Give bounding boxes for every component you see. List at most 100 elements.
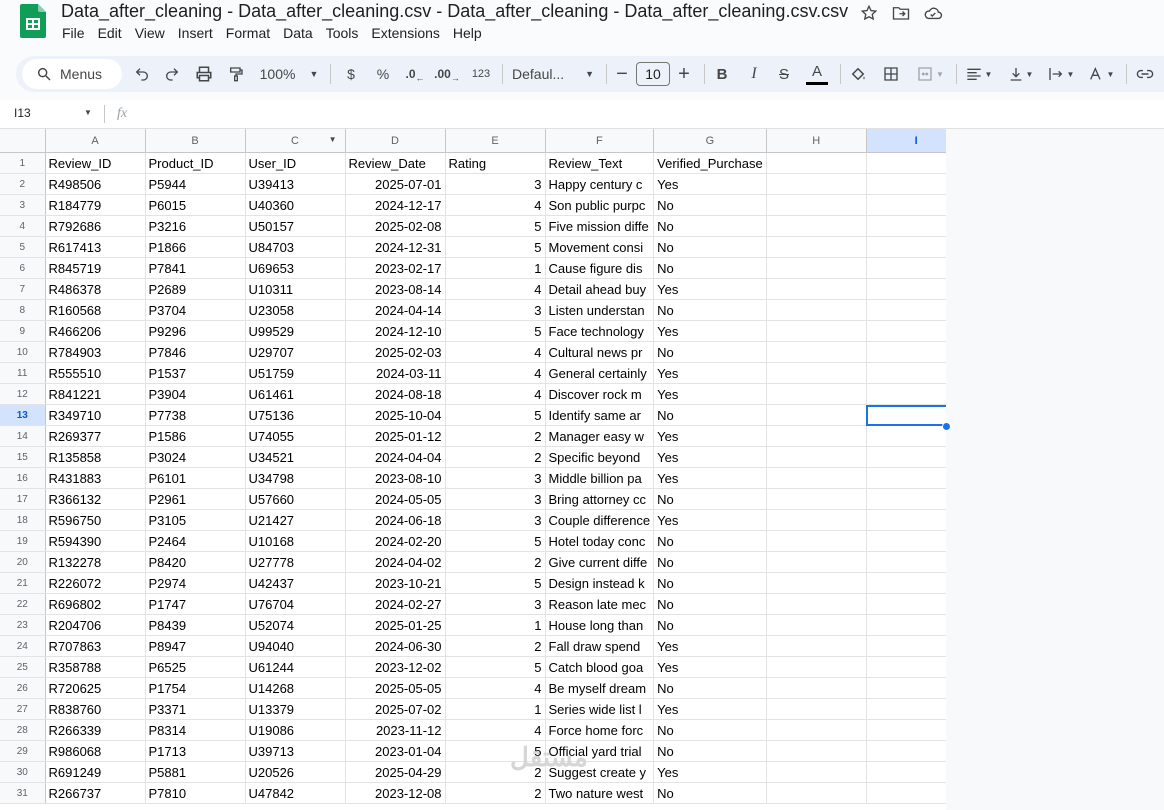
cell-c16[interactable]: U34798 bbox=[245, 467, 346, 489]
cell-f17[interactable]: Bring attorney cc bbox=[545, 488, 655, 510]
menu-edit[interactable]: Edit bbox=[98, 25, 131, 41]
column-header-b[interactable]: B bbox=[145, 129, 246, 153]
cell-a20[interactable]: R132278 bbox=[45, 551, 146, 573]
cell-b23[interactable]: P8439 bbox=[145, 614, 246, 636]
column-header-a[interactable]: A bbox=[45, 129, 146, 153]
cell-f1[interactable]: Review_Text bbox=[545, 152, 655, 174]
cell-c15[interactable]: U34521 bbox=[245, 446, 346, 468]
cell-e17[interactable]: 3 bbox=[445, 488, 546, 510]
cell-a28[interactable]: R266339 bbox=[45, 719, 146, 741]
cell-e19[interactable]: 5 bbox=[445, 530, 546, 552]
cell-g19[interactable]: No bbox=[653, 530, 767, 552]
cell-c25[interactable]: U61244 bbox=[245, 656, 346, 678]
cell-a4[interactable]: R792686 bbox=[45, 215, 146, 237]
cell-b19[interactable]: P2464 bbox=[145, 530, 246, 552]
cell-a22[interactable]: R696802 bbox=[45, 593, 146, 615]
document-title[interactable]: Data_after_cleaning - Data_after_cleanin… bbox=[61, 1, 848, 22]
row-header[interactable]: 30 bbox=[0, 761, 46, 783]
redo-button[interactable] bbox=[160, 56, 184, 92]
cell-b2[interactable]: P5944 bbox=[145, 173, 246, 195]
insert-link-button[interactable] bbox=[1134, 56, 1156, 92]
cell-b16[interactable]: P6101 bbox=[145, 467, 246, 489]
cell-a21[interactable]: R226072 bbox=[45, 572, 146, 594]
cell-d15[interactable]: 2024-04-04 bbox=[345, 446, 446, 468]
cell-h14[interactable] bbox=[766, 425, 867, 447]
cell-c17[interactable]: U57660 bbox=[245, 488, 346, 510]
row-header[interactable]: 26 bbox=[0, 677, 46, 699]
cell-h2[interactable] bbox=[766, 173, 867, 195]
cell-f3[interactable]: Son public purpc bbox=[545, 194, 655, 216]
cell-f12[interactable]: Discover rock m bbox=[545, 383, 655, 405]
cell-b11[interactable]: P1537 bbox=[145, 362, 246, 384]
decrease-font-size-button[interactable]: − bbox=[614, 56, 630, 92]
menu-extensions[interactable]: Extensions bbox=[371, 25, 448, 41]
cell-g13[interactable]: No bbox=[653, 404, 767, 426]
menu-view[interactable]: View bbox=[135, 25, 174, 41]
row-header[interactable]: 6 bbox=[0, 257, 46, 279]
cell-f10[interactable]: Cultural news pr bbox=[545, 341, 655, 363]
cell-a14[interactable]: R269377 bbox=[45, 425, 146, 447]
chevron-down-icon[interactable]: ▼ bbox=[84, 108, 92, 117]
cell-d5[interactable]: 2024-12-31 bbox=[345, 236, 446, 258]
row-header[interactable]: 15 bbox=[0, 446, 46, 468]
cell-a26[interactable]: R720625 bbox=[45, 677, 146, 699]
cell-a7[interactable]: R486378 bbox=[45, 278, 146, 300]
increase-decimal-button[interactable]: .00 → bbox=[434, 56, 460, 92]
cell-h26[interactable] bbox=[766, 677, 867, 699]
cell-c26[interactable]: U14268 bbox=[245, 677, 346, 699]
cell-h11[interactable] bbox=[766, 362, 867, 384]
cell-e23[interactable]: 1 bbox=[445, 614, 546, 636]
cell-b20[interactable]: P8420 bbox=[145, 551, 246, 573]
cell-g18[interactable]: Yes bbox=[653, 509, 767, 531]
cell-h31[interactable] bbox=[766, 782, 867, 804]
cell-c27[interactable]: U13379 bbox=[245, 698, 346, 720]
vertical-align-button[interactable]: ▼ bbox=[1004, 56, 1038, 92]
cell-d1[interactable]: Review_Date bbox=[345, 152, 446, 174]
column-header-c[interactable]: C ▼ bbox=[245, 129, 346, 153]
menu-tools[interactable]: Tools bbox=[326, 25, 368, 41]
cell-b7[interactable]: P2689 bbox=[145, 278, 246, 300]
cell-f26[interactable]: Be myself dream bbox=[545, 677, 655, 699]
cell-b15[interactable]: P3024 bbox=[145, 446, 246, 468]
cell-c7[interactable]: U10311 bbox=[245, 278, 346, 300]
cell-e10[interactable]: 4 bbox=[445, 341, 546, 363]
font-size-input[interactable]: 10 bbox=[636, 62, 670, 86]
cell-e27[interactable]: 1 bbox=[445, 698, 546, 720]
cell-e25[interactable]: 5 bbox=[445, 656, 546, 678]
cell-c11[interactable]: U51759 bbox=[245, 362, 346, 384]
cell-c1[interactable]: User_ID bbox=[245, 152, 346, 174]
cell-h25[interactable] bbox=[766, 656, 867, 678]
text-color-button[interactable]: A bbox=[804, 56, 830, 92]
cell-g12[interactable]: Yes bbox=[653, 383, 767, 405]
cell-h10[interactable] bbox=[766, 341, 867, 363]
cell-h6[interactable] bbox=[766, 257, 867, 279]
cell-g5[interactable]: No bbox=[653, 236, 767, 258]
increase-font-size-button[interactable]: + bbox=[676, 56, 692, 92]
star-icon[interactable] bbox=[858, 3, 880, 23]
cell-a2[interactable]: R498506 bbox=[45, 173, 146, 195]
cell-f20[interactable]: Give current diffe bbox=[545, 551, 655, 573]
filter-dropdown-icon[interactable]: ▼ bbox=[329, 135, 337, 144]
cell-e4[interactable]: 5 bbox=[445, 215, 546, 237]
cell-a29[interactable]: R986068 bbox=[45, 740, 146, 762]
cell-h18[interactable] bbox=[766, 509, 867, 531]
cell-d11[interactable]: 2024-03-11 bbox=[345, 362, 446, 384]
cell-g25[interactable]: Yes bbox=[653, 656, 767, 678]
cell-a13[interactable]: R349710 bbox=[45, 404, 146, 426]
row-header[interactable]: 8 bbox=[0, 299, 46, 321]
cell-e1[interactable]: Rating bbox=[445, 152, 546, 174]
cell-d8[interactable]: 2024-04-14 bbox=[345, 299, 446, 321]
cell-c20[interactable]: U27778 bbox=[245, 551, 346, 573]
row-header[interactable]: 23 bbox=[0, 614, 46, 636]
cell-g24[interactable]: Yes bbox=[653, 635, 767, 657]
cell-h15[interactable] bbox=[766, 446, 867, 468]
cell-c30[interactable]: U20526 bbox=[245, 761, 346, 783]
cell-h17[interactable] bbox=[766, 488, 867, 510]
row-header[interactable]: 31 bbox=[0, 782, 46, 804]
cell-a15[interactable]: R135858 bbox=[45, 446, 146, 468]
cell-d12[interactable]: 2024-08-18 bbox=[345, 383, 446, 405]
cell-f8[interactable]: Listen understan bbox=[545, 299, 655, 321]
cell-g31[interactable]: No bbox=[653, 782, 767, 804]
cell-g1[interactable]: Verified_Purchase bbox=[653, 152, 767, 174]
menus-search-button[interactable]: Menus bbox=[22, 59, 122, 89]
